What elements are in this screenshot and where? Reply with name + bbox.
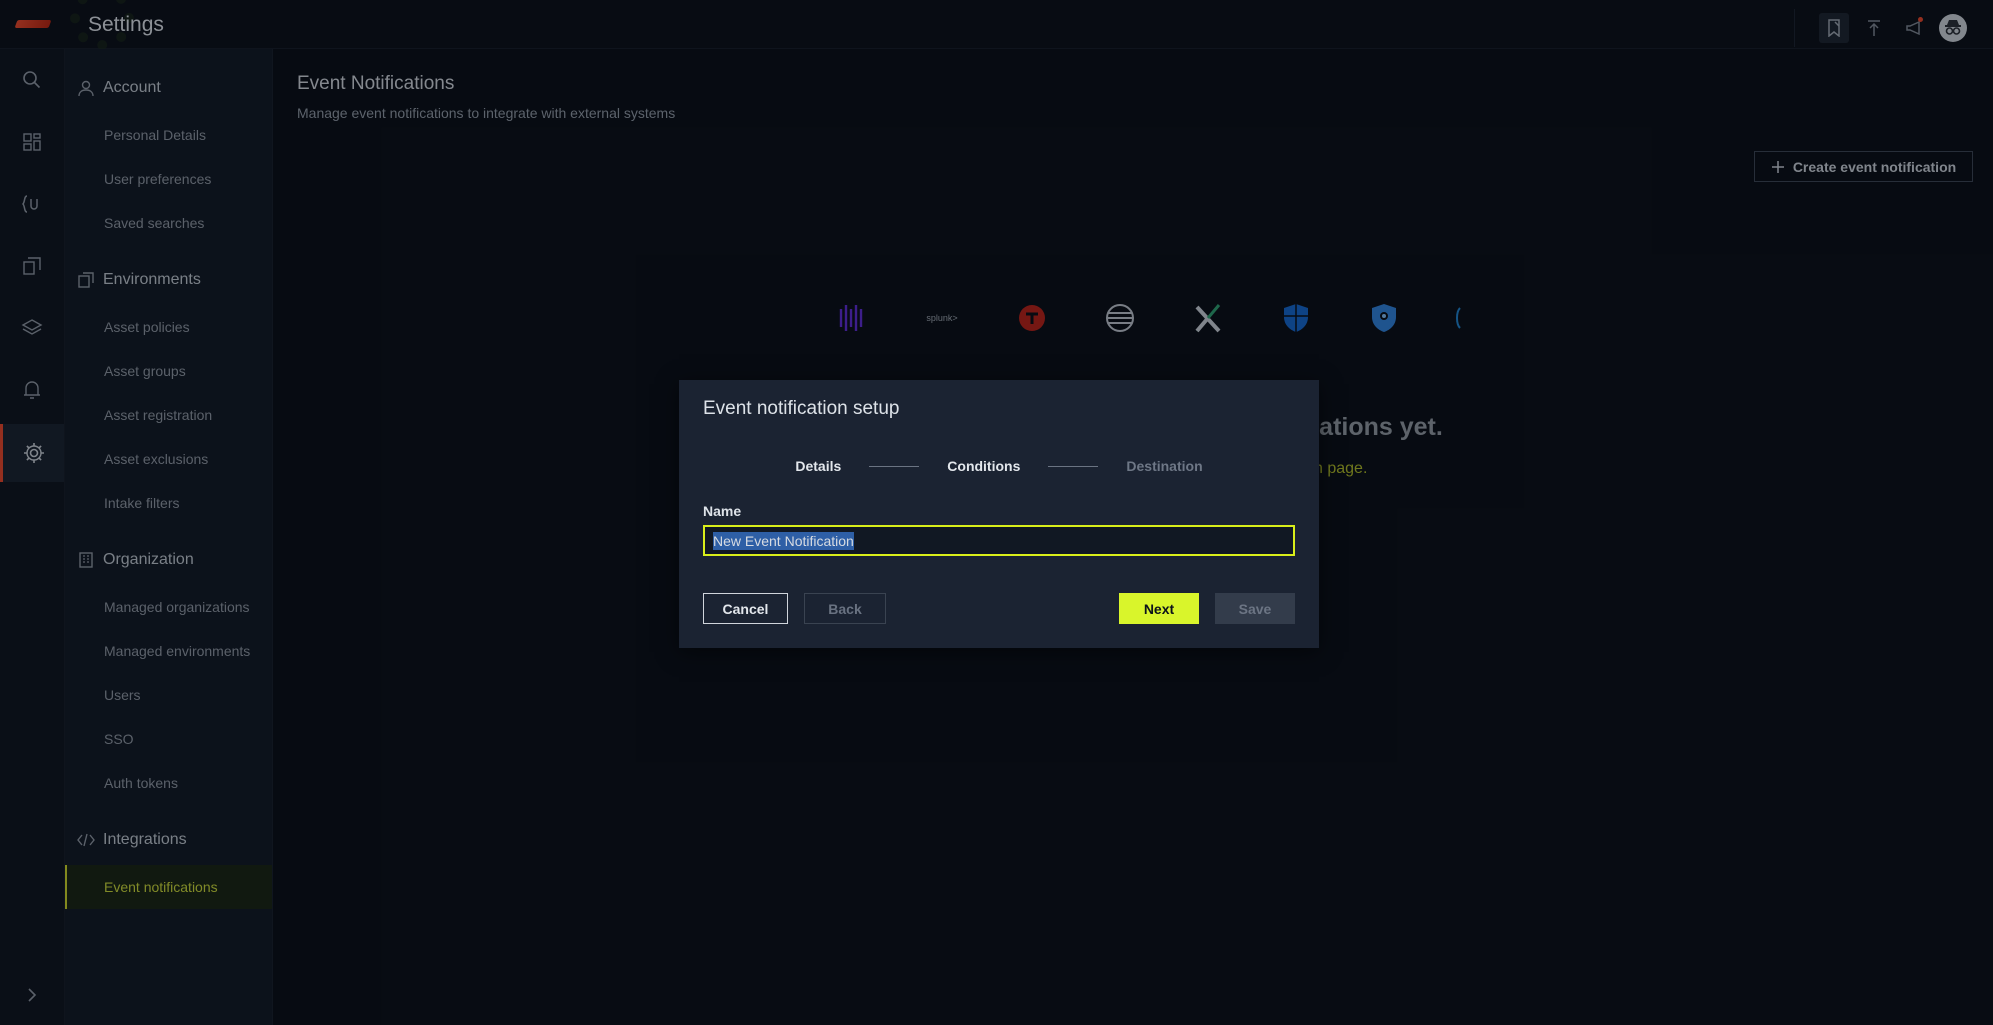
step-details: Details xyxy=(795,458,842,474)
next-button[interactable]: Next xyxy=(1119,593,1199,624)
name-input-value: New Event Notification xyxy=(713,531,854,550)
name-input[interactable]: New Event Notification xyxy=(703,525,1295,556)
step-conditions: Conditions xyxy=(947,458,1021,474)
back-button[interactable]: Back xyxy=(804,593,886,624)
name-label: Name xyxy=(703,503,742,519)
step-connector xyxy=(1048,465,1099,467)
dialog-title: Event notification setup xyxy=(703,398,900,419)
cancel-button[interactable]: Cancel xyxy=(703,593,788,624)
stepper: Details Conditions Destination xyxy=(679,458,1319,474)
step-connector xyxy=(869,465,920,467)
save-button[interactable]: Save xyxy=(1215,593,1295,624)
step-destination: Destination xyxy=(1126,458,1203,474)
event-notification-setup-dialog: Event notification setup Details Conditi… xyxy=(679,380,1319,648)
